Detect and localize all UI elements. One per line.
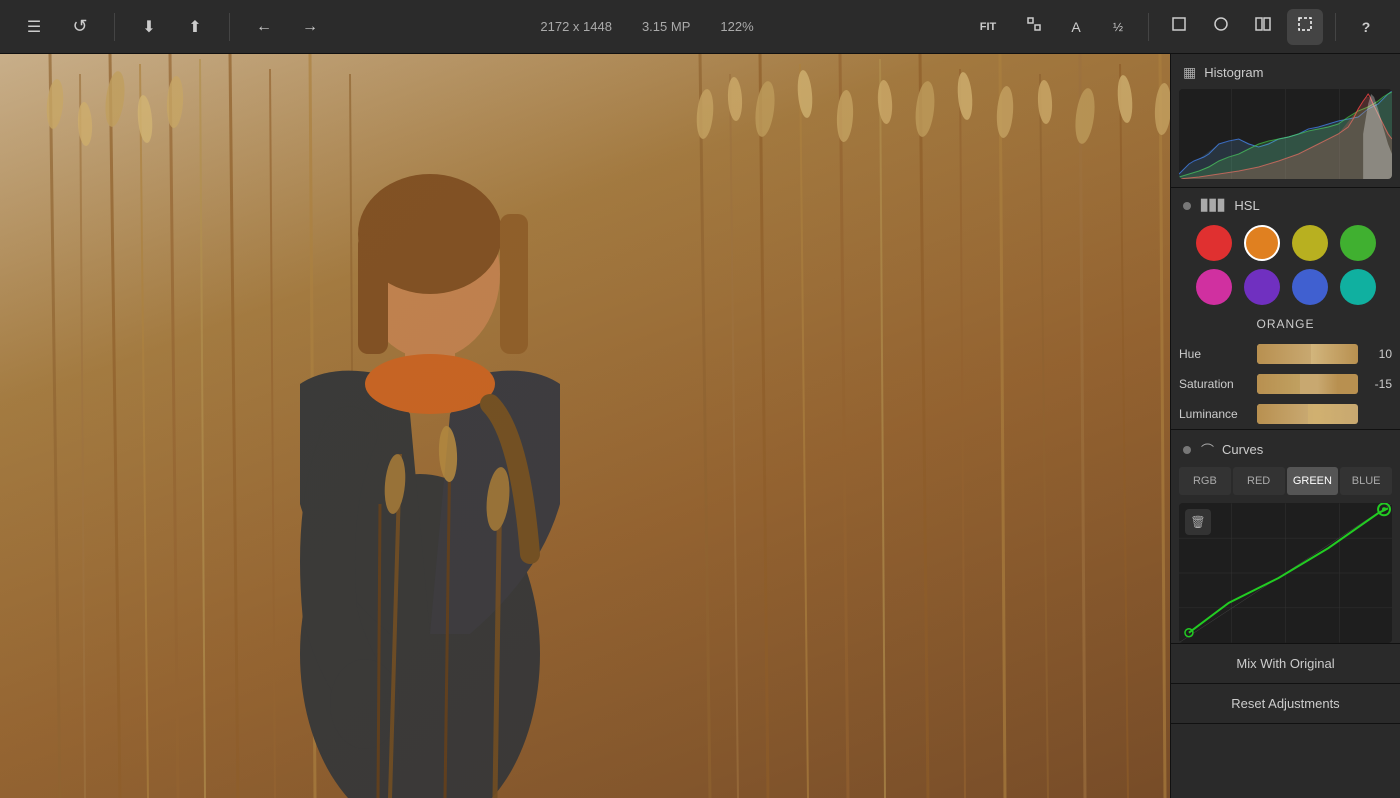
fit-button[interactable]: FIT [966,9,1010,45]
toolbar-divider-3 [1148,13,1149,41]
hsl-header: ▊▊▊ HSL [1171,188,1400,221]
curves-header: ⌒ Curves [1171,430,1400,467]
histogram-header: ▦ Histogram [1171,54,1400,89]
swatch-row-1 [1196,225,1376,261]
compare-icon: ½ [1113,20,1123,34]
histogram-svg [1179,89,1392,179]
swatch-red[interactable] [1196,225,1232,261]
download-icon: ⬇ [142,17,155,37]
hue-value: 10 [1364,347,1392,361]
swatch-orange[interactable] [1244,225,1280,261]
redo-button[interactable]: → [292,9,328,45]
curves-toolbar: 🗑 [1185,509,1211,535]
tab-red[interactable]: RED [1233,467,1285,495]
curves-area[interactable]: 🗑 [1179,503,1392,643]
image-dimensions: 2172 x 1448 [540,19,612,34]
reset-adjustments-button[interactable]: Reset Adjustments [1171,684,1400,724]
download-button[interactable]: ⬇ [131,9,167,45]
undo-button[interactable]: ← [246,9,282,45]
select-icon [1297,16,1313,37]
saturation-value: -15 [1364,377,1392,391]
photo-container [0,54,1170,798]
image-zoom: 122% [720,19,753,34]
panels-button[interactable] [1245,9,1281,45]
toolbar-divider-2 [229,13,230,41]
help-icon: ? [1362,19,1371,35]
curves-section: ⌒ Curves RGB RED GREEN BLUE [1171,429,1400,643]
swatch-blue[interactable] [1292,269,1328,305]
compare-button[interactable]: ½ [1100,9,1136,45]
delete-curve-button[interactable]: 🗑 [1185,509,1211,535]
hsl-bars-icon: ▊▊▊ [1201,199,1226,212]
toolbar-divider-4 [1335,13,1336,41]
luminance-slider[interactable] [1257,404,1358,424]
main-area: ▦ Histogram [0,54,1400,798]
image-megapixels: 3.15 MP [642,19,690,34]
luminance-label: Luminance [1179,407,1251,421]
hue-slider[interactable] [1257,344,1358,364]
tab-green[interactable]: GREEN [1287,467,1339,495]
luminance-slider-row: Luminance [1171,399,1400,429]
right-panel: ▦ Histogram [1170,54,1400,798]
selected-color-label: ORANGE [1171,313,1400,339]
fit-label: FIT [980,21,997,33]
saturation-label: Saturation [1179,377,1251,391]
swatch-green[interactable] [1340,225,1376,261]
crop-button[interactable] [1161,9,1197,45]
select-button[interactable] [1287,9,1323,45]
toolbar-center: 2172 x 1448 3.15 MP 122% [328,19,966,34]
tab-rgb[interactable]: RGB [1179,467,1231,495]
hue-label: Hue [1179,347,1251,361]
curves-title: Curves [1222,442,1263,457]
swatch-purple[interactable] [1244,269,1280,305]
trash-icon: 🗑 [1190,515,1205,529]
fullscreen-icon [1026,16,1042,37]
menu-icon: ☰ [27,17,41,37]
swatch-row-2 [1196,269,1376,305]
swatch-yellow[interactable] [1292,225,1328,261]
curves-collapse-indicator[interactable] [1183,446,1191,454]
curves-tabs: RGB RED GREEN BLUE [1171,467,1400,503]
hsl-title: HSL [1234,198,1259,213]
toolbar-right: FIT A ½ [966,9,1384,45]
undo-icon: ← [256,18,272,36]
histogram-icon: ▦ [1183,64,1196,81]
bottom-section: Mix With Original Reset Adjustments [1171,643,1400,724]
swatch-magenta[interactable] [1196,269,1232,305]
histogram-area [1179,89,1392,179]
hsl-section: ▊▊▊ HSL ORANGE H [1171,187,1400,429]
toolbar: ☰ ↺ ⬇ ⬆ ← → 2172 x 1448 3.15 MP 122% FIT [0,0,1400,54]
text-icon: A [1071,19,1080,35]
rotate-button[interactable]: ↺ [62,9,98,45]
panels-icon [1255,16,1271,37]
ellipse-button[interactable] [1203,9,1239,45]
saturation-slider[interactable] [1257,374,1358,394]
fullscreen-button[interactable] [1016,9,1052,45]
rotate-icon: ↺ [72,16,87,37]
toolbar-left: ☰ ↺ ⬇ ⬆ ← → [16,9,328,45]
menu-button[interactable]: ☰ [16,9,52,45]
ellipse-icon [1213,16,1229,37]
help-button[interactable]: ? [1348,9,1384,45]
upload-button[interactable]: ⬆ [177,9,213,45]
swatch-teal[interactable] [1340,269,1376,305]
redo-icon: → [302,18,318,36]
histogram-title: Histogram [1204,65,1263,80]
curves-icon: ⌒ [1201,440,1214,459]
saturation-slider-row: Saturation -15 [1171,369,1400,399]
crop-icon [1171,16,1187,37]
image-area[interactable] [0,54,1170,798]
hue-slider-row: Hue 10 [1171,339,1400,369]
toolbar-divider-1 [114,13,115,41]
text-button[interactable]: A [1058,9,1094,45]
hsl-collapse-indicator[interactable] [1183,202,1191,210]
mix-with-original-button[interactable]: Mix With Original [1171,644,1400,684]
upload-icon: ⬆ [188,17,201,37]
tab-blue[interactable]: BLUE [1340,467,1392,495]
color-swatches [1171,221,1400,313]
